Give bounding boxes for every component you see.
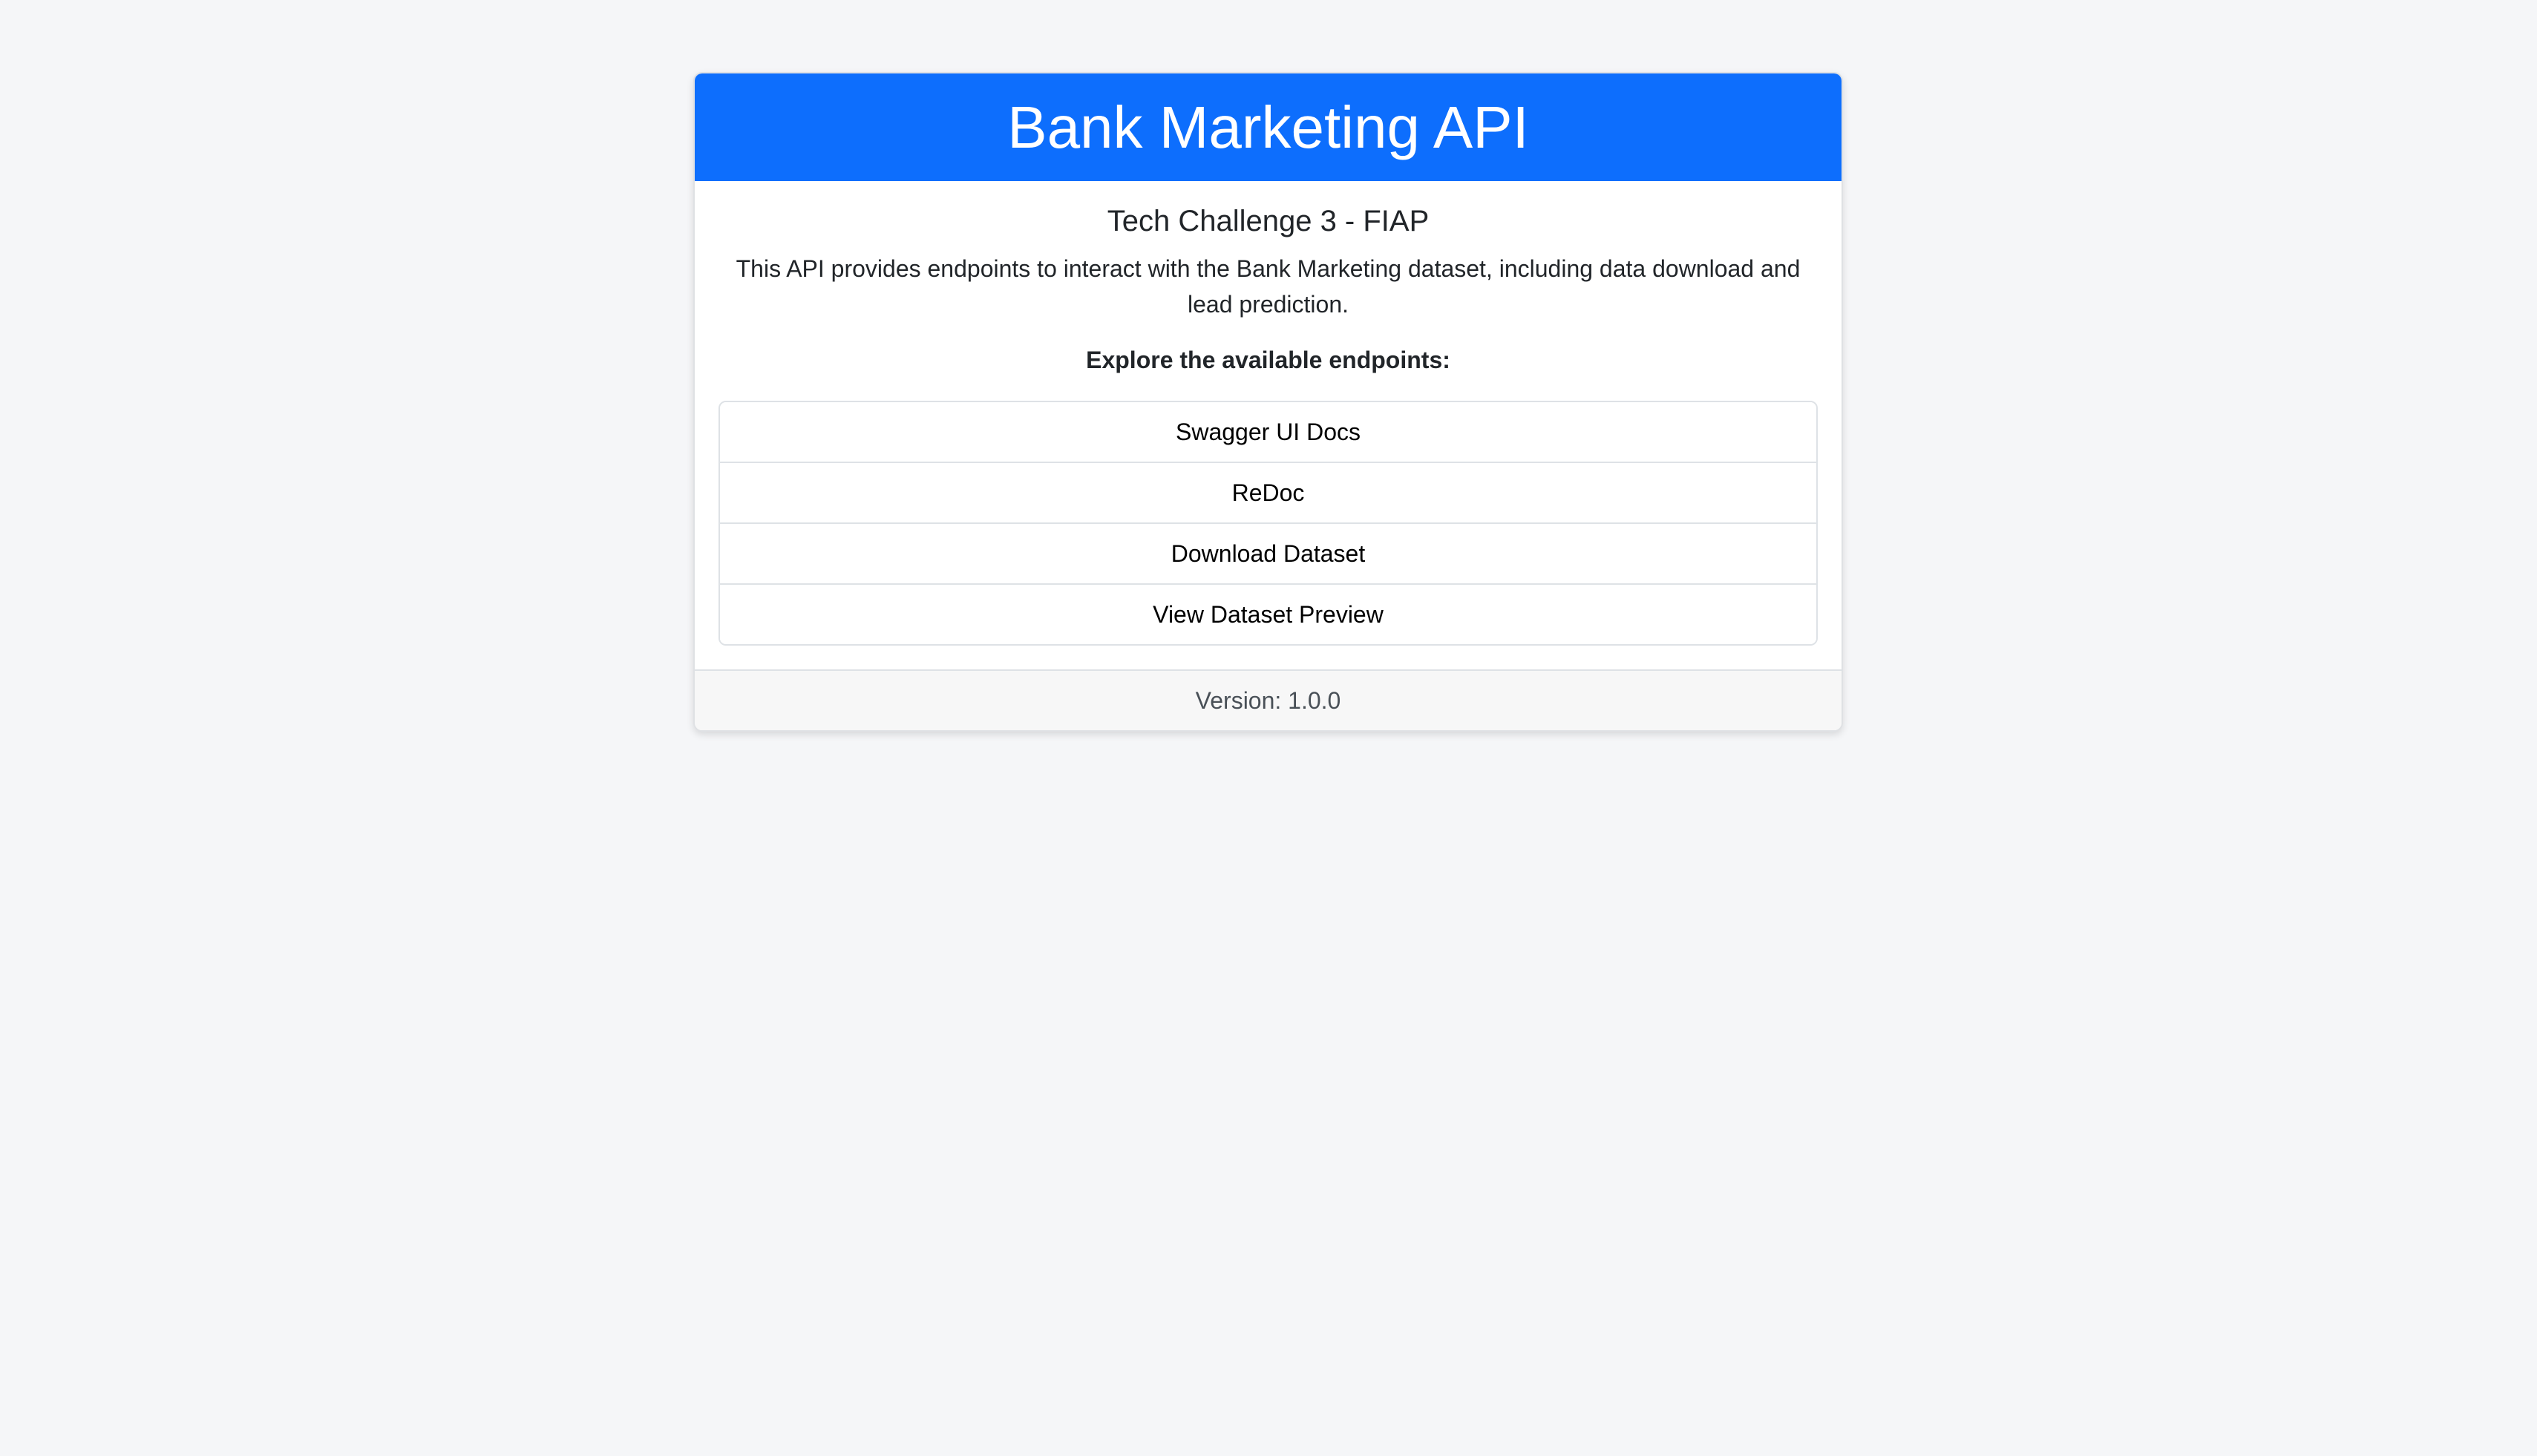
card-footer: Version: 1.0.0 — [695, 669, 1842, 731]
card-body: Tech Challenge 3 - FIAP This API provide… — [695, 181, 1842, 669]
swagger-ui-docs-link[interactable]: Swagger UI Docs — [720, 402, 1816, 464]
endpoint-list: Swagger UI Docs ReDoc Download Dataset V… — [718, 401, 1818, 646]
endpoints-heading: Explore the available endpoints: — [1086, 347, 1450, 373]
page-title: Bank Marketing API — [1007, 94, 1529, 160]
subtitle: Tech Challenge 3 - FIAP — [1107, 205, 1430, 237]
redoc-link[interactable]: ReDoc — [720, 463, 1816, 525]
download-dataset-link[interactable]: Download Dataset — [720, 524, 1816, 586]
api-info-card: Bank Marketing API Tech Challenge 3 - FI… — [693, 72, 1843, 732]
api-description: This API provides endpoints to interact … — [736, 255, 1801, 318]
card-header: Bank Marketing API — [695, 73, 1842, 181]
view-dataset-preview-link[interactable]: View Dataset Preview — [720, 585, 1816, 645]
version-label: Version: 1.0.0 — [1195, 686, 1341, 714]
